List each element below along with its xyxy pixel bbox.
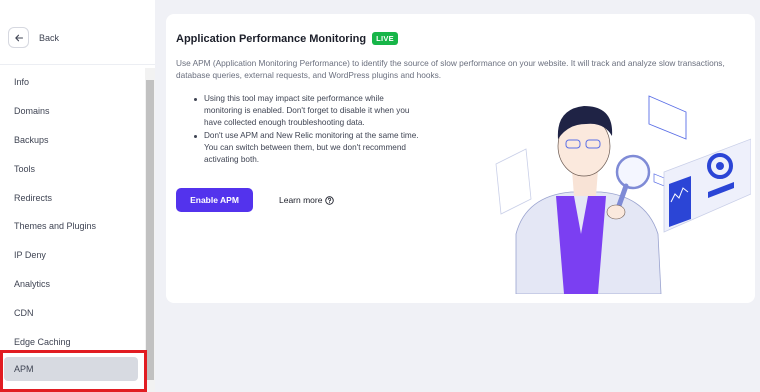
learn-more-link[interactable]: Learn more — [279, 195, 335, 205]
apm-card: Application Performance Monitoring LIVE … — [166, 14, 755, 303]
sidebar-item-apm[interactable]: APM — [4, 357, 138, 381]
divider — [0, 64, 155, 65]
card-header: Application Performance Monitoring LIVE — [176, 32, 398, 45]
apm-description: Use APM (Application Monitoring Performa… — [176, 58, 725, 81]
question-circle-icon — [325, 195, 335, 205]
scientist-figure — [515, 106, 662, 294]
arrow-left-icon — [14, 34, 23, 41]
sidebar-scrollbar-thumb[interactable] — [146, 80, 154, 380]
scientist-illustration — [495, 95, 751, 294]
sidebar-item-domains[interactable]: Domains — [0, 97, 145, 126]
sidebar-item-redirects[interactable]: Redirects — [0, 183, 145, 212]
notice-item: Don't use APM and New Relic monitoring a… — [191, 130, 423, 167]
sidebar-item-backups[interactable]: Backups — [0, 126, 145, 155]
sidebar-item-cdn[interactable]: CDN — [0, 298, 145, 327]
sidebar-item-edge-caching[interactable]: Edge Caching — [0, 327, 145, 356]
sidebar-nav: Info Domains Backups Tools Redirects The… — [0, 68, 145, 381]
live-badge: LIVE — [372, 32, 398, 45]
sidebar: Back Info Domains Backups Tools Redirect… — [0, 0, 155, 392]
enable-apm-button[interactable]: Enable APM — [176, 188, 253, 212]
notice-item: Using this tool may impact site performa… — [191, 93, 423, 130]
dashboard-panel — [663, 138, 751, 233]
back-button[interactable] — [8, 27, 29, 48]
back-link[interactable]: Back — [8, 27, 59, 48]
sidebar-item-info[interactable]: Info — [0, 68, 145, 97]
learn-more-label[interactable]: Learn more — [279, 195, 322, 205]
sidebar-item-ip-deny[interactable]: IP Deny — [0, 241, 145, 270]
page-title: Application Performance Monitoring — [176, 32, 367, 45]
sidebar-item-tools[interactable]: Tools — [0, 154, 145, 183]
notice-list: Using this tool may impact site performa… — [191, 93, 423, 166]
sidebar-item-themes-plugins[interactable]: Themes and Plugins — [0, 212, 145, 241]
back-label[interactable]: Back — [39, 33, 59, 43]
sidebar-item-analytics[interactable]: Analytics — [0, 270, 145, 299]
